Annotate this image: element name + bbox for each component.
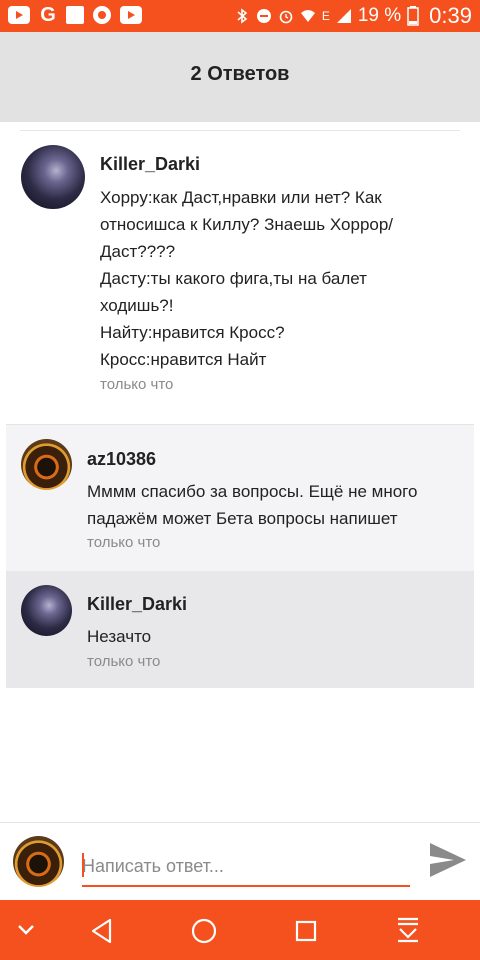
reply-input[interactable] [82,847,410,887]
google-icon: G [40,4,56,26]
alarm-icon [279,10,293,24]
home-icon[interactable] [191,918,217,944]
comment-line: Дасту:ты какого фига,ты на балет [100,269,367,288]
send-icon[interactable] [424,837,470,883]
comment-item[interactable]: az10386 Мммм спасибо за вопросы. Ещё не … [6,424,474,571]
comment-author[interactable]: Killer_Darki [100,154,200,175]
comment-text: Хорру:как Даст,нравки или нет? Как относ… [100,184,460,373]
comment-time: только что [87,653,161,670]
battery-percent: 19 % [357,5,402,26]
comment-item[interactable]: Killer_Darki Хорру:как Даст,нравки или н… [0,131,480,423]
clock: 0:39 [429,3,472,28]
wifi-icon [300,10,315,22]
comment-line: Найту:нравится Кросс? [100,323,285,342]
battery-icon [407,6,419,26]
download-icon[interactable] [396,916,420,944]
back-icon[interactable] [90,918,114,944]
header: 2 Ответов [0,32,480,122]
youtube-icon [120,6,142,24]
comment-text: Незачто [87,623,467,650]
comment-time: только что [100,376,174,393]
recents-icon[interactable] [295,920,317,942]
comment-line: ходишь?! [100,296,174,315]
comment-text: Мммм спасибо за вопросы. Ещё не много па… [87,478,467,532]
status-bar: G E 19 % 0:39 [0,0,480,32]
signal-icon [336,9,351,23]
avatar[interactable] [21,585,72,636]
youtube-icon [8,6,30,24]
avatar[interactable] [21,439,72,490]
user-avatar[interactable] [13,836,64,887]
reply-bar [0,822,480,901]
comment-line: Незачто [87,627,152,646]
comment-line: Даст???? [100,242,176,261]
comment-line: падажём может Бета вопросы напишет [87,509,398,528]
do-not-disturb-icon [256,9,271,23]
network-type: E [321,9,330,23]
comment-author[interactable]: Killer_Darki [87,594,187,615]
comment-line: относишса к Киллу? Знаешь Хоррор/ [100,215,394,234]
photos-icon [66,6,84,24]
comment-line: Хорру:как Даст,нравки или нет? Как [100,188,382,207]
text-caret [82,853,84,877]
record-icon [93,6,111,24]
bluetooth-icon [237,8,248,24]
comment-time: только что [87,534,161,551]
avatar[interactable] [21,145,85,209]
comment-line: Кросс:нравится Найт [100,350,267,369]
comment-item[interactable]: Killer_Darki Незачто только что [6,571,474,688]
navigation-bar [0,900,480,960]
page-title: 2 Ответов [190,63,290,85]
chevron-down-icon[interactable] [16,922,36,938]
comment-line: Мммм спасибо за вопросы. Ещё не много [87,482,418,501]
comment-author[interactable]: az10386 [87,449,156,470]
